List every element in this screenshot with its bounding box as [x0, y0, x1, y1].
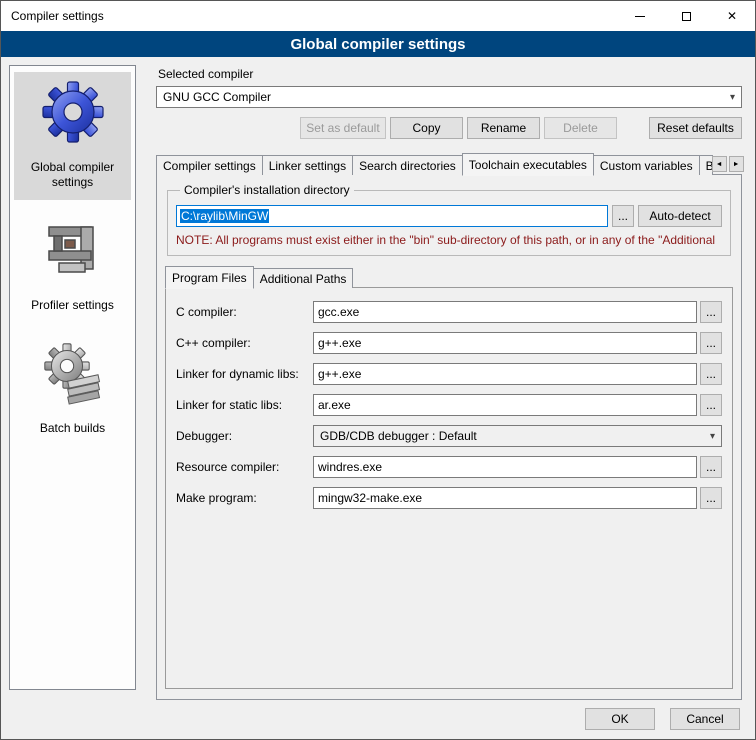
delete-button[interactable]: Delete [544, 117, 617, 139]
compiler-actions: Set as default Copy Rename Delete Reset … [156, 117, 742, 139]
install-dir-input[interactable]: C:\raylib\MinGW [176, 205, 608, 227]
c-compiler-browse-button[interactable]: ... [700, 301, 722, 323]
arrow-right-icon: ► [733, 161, 740, 168]
installation-directory-group-title: Compiler's installation directory [180, 183, 354, 197]
make-program-label: Make program: [176, 491, 313, 505]
program-files-tabs: Program Files Additional Paths [165, 266, 733, 288]
tab-toolchain-executables[interactable]: Toolchain executables [462, 153, 594, 176]
make-program-browse-button[interactable]: ... [700, 487, 722, 509]
sidebar-item-global-compiler-settings[interactable]: Global compiler settings [14, 72, 131, 200]
sidebar-item-profiler-settings[interactable]: Profiler settings [14, 210, 131, 323]
sidebar-item-label: Global compiler settings [23, 160, 123, 190]
dynamic-linker-row: Linker for dynamic libs: ... [176, 363, 722, 385]
static-linker-browse-button[interactable]: ... [700, 394, 722, 416]
cpp-compiler-row: C++ compiler: ... [176, 332, 722, 354]
dynamic-linker-label: Linker for dynamic libs: [176, 367, 313, 381]
chevron-down-icon: ▾ [730, 92, 735, 103]
close-button[interactable]: ✕ [709, 1, 755, 31]
resource-compiler-label: Resource compiler: [176, 460, 313, 474]
make-program-input[interactable] [313, 487, 697, 509]
profiler-tool-icon [41, 218, 105, 282]
window-title: Compiler settings [1, 9, 617, 23]
debugger-label: Debugger: [176, 429, 313, 443]
ok-button[interactable]: OK [585, 708, 655, 730]
chevron-down-icon: ▾ [710, 431, 715, 442]
compiler-settings-window: Compiler settings ✕ Global compiler sett… [0, 0, 756, 740]
dynamic-linker-browse-button[interactable]: ... [700, 363, 722, 385]
set-as-default-button[interactable]: Set as default [300, 117, 386, 139]
reset-defaults-button[interactable]: Reset defaults [649, 117, 742, 139]
install-dir-selected-text: C:\raylib\MinGW [180, 209, 269, 223]
static-linker-row: Linker for static libs: ... [176, 394, 722, 416]
cpp-compiler-label: C++ compiler: [176, 336, 313, 350]
make-program-row: Make program: ... [176, 487, 722, 509]
sidebar-item-label: Batch builds [23, 421, 123, 436]
maximize-button[interactable] [663, 1, 709, 31]
tab-scroll-right-button[interactable]: ► [729, 156, 744, 172]
dialog-footer: OK Cancel [585, 708, 740, 730]
program-files-panel: C compiler: ... C++ compiler: ... Linker… [165, 287, 733, 689]
main-panel: Selected compiler GNU GCC Compiler ▾ Set… [156, 65, 742, 700]
tab-scroll-buttons: ◄ ► [712, 156, 744, 175]
resource-compiler-row: Resource compiler: ... [176, 456, 722, 478]
arrow-left-icon: ◄ [716, 161, 723, 168]
debugger-select-value: GDB/CDB debugger : Default [320, 429, 477, 443]
auto-detect-button[interactable]: Auto-detect [638, 205, 722, 227]
tab-linker-settings[interactable]: Linker settings [262, 155, 353, 175]
gray-gear-documents-icon [41, 341, 105, 405]
toolchain-executables-panel: Compiler's installation directory C:\ray… [156, 174, 742, 700]
minimize-icon [635, 16, 645, 17]
window-controls: ✕ [617, 1, 755, 31]
title-bar: Compiler settings ✕ [1, 1, 755, 31]
c-compiler-label: C compiler: [176, 305, 313, 319]
resource-compiler-browse-button[interactable]: ... [700, 456, 722, 478]
blue-gear-icon [41, 80, 105, 144]
settings-category-list: Global compiler settings [9, 65, 136, 690]
close-icon: ✕ [727, 9, 737, 23]
tab-search-directories[interactable]: Search directories [352, 155, 463, 175]
tab-build-options[interactable]: Build [699, 155, 713, 175]
dynamic-linker-input[interactable] [313, 363, 697, 385]
static-linker-input[interactable] [313, 394, 697, 416]
cpp-compiler-input[interactable] [313, 332, 697, 354]
dialog-body: Global compiler settings [1, 57, 755, 739]
copy-button[interactable]: Copy [390, 117, 463, 139]
c-compiler-input[interactable] [313, 301, 697, 323]
rename-button[interactable]: Rename [467, 117, 540, 139]
selected-compiler-label: Selected compiler [158, 67, 742, 81]
compiler-select[interactable]: GNU GCC Compiler ▾ [156, 86, 742, 108]
cancel-button[interactable]: Cancel [670, 708, 740, 730]
installation-directory-group: Compiler's installation directory C:\ray… [167, 183, 731, 256]
settings-tabs: Compiler settings Linker settings Search… [156, 152, 742, 175]
cpp-compiler-browse-button[interactable]: ... [700, 332, 722, 354]
minimize-button[interactable] [617, 1, 663, 31]
bin-subdirectory-note: NOTE: All programs must exist either in … [176, 233, 722, 247]
maximize-icon [682, 12, 691, 21]
compiler-select-value: GNU GCC Compiler [163, 90, 271, 104]
tab-scroll-left-button[interactable]: ◄ [712, 156, 727, 172]
resource-compiler-input[interactable] [313, 456, 697, 478]
tab-compiler-settings[interactable]: Compiler settings [156, 155, 263, 175]
sidebar-item-batch-builds[interactable]: Batch builds [14, 333, 131, 446]
debugger-row: Debugger: GDB/CDB debugger : Default ▾ [176, 425, 722, 447]
static-linker-label: Linker for static libs: [176, 398, 313, 412]
tab-program-files[interactable]: Program Files [165, 266, 254, 289]
tab-additional-paths[interactable]: Additional Paths [253, 268, 354, 288]
tab-custom-variables[interactable]: Custom variables [593, 155, 700, 175]
installation-directory-row: C:\raylib\MinGW ... Auto-detect [176, 205, 722, 227]
sidebar-item-label: Profiler settings [23, 298, 123, 313]
c-compiler-row: C compiler: ... [176, 301, 722, 323]
debugger-select[interactable]: GDB/CDB debugger : Default ▾ [313, 425, 722, 447]
page-title: Global compiler settings [1, 31, 755, 57]
install-dir-browse-button[interactable]: ... [612, 205, 634, 227]
